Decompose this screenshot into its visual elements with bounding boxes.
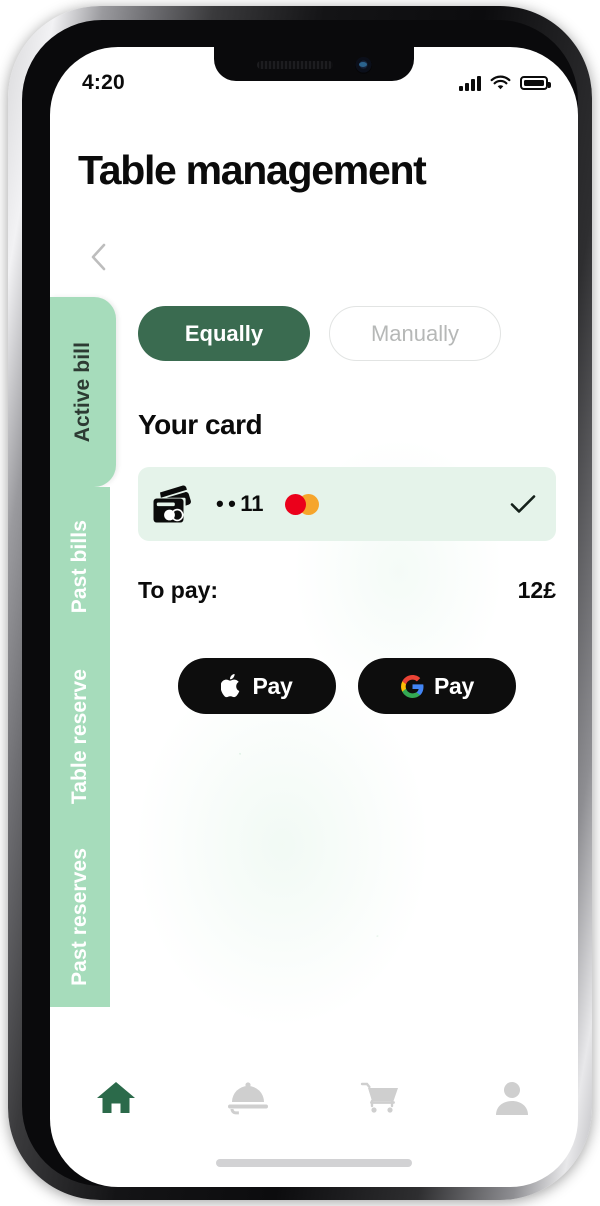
- phone-screen: 4:20 Table management Active bill Past b…: [50, 47, 578, 1187]
- nav-home[interactable]: [50, 1078, 182, 1118]
- cellular-signal-icon: [459, 75, 481, 91]
- status-icons: [459, 75, 551, 91]
- credit-card-swipe-icon: [153, 485, 191, 523]
- home-indicator: [216, 1159, 412, 1167]
- shopping-cart-icon: [360, 1082, 398, 1113]
- user-profile-icon: [496, 1082, 528, 1115]
- side-tab-rail: Active bill Past bills Table reserve Pas…: [50, 297, 116, 1007]
- nav-room-service[interactable]: [182, 1078, 314, 1118]
- to-pay-row: To pay: 12£: [138, 577, 556, 604]
- split-equally-button[interactable]: Equally: [138, 306, 310, 361]
- sidebar-tab-label: Past bills: [68, 520, 91, 614]
- sidebar-tab-past-bills[interactable]: Past bills: [50, 487, 110, 647]
- nav-cart[interactable]: [314, 1078, 446, 1118]
- battery-full-icon: [520, 76, 551, 90]
- card-last-digits: • • 11: [216, 491, 264, 516]
- apple-pay-label: Pay: [252, 672, 293, 699]
- sidebar-tab-label: Table reserve: [68, 669, 91, 805]
- room-service-icon: [228, 1082, 268, 1115]
- google-pay-label: Pay: [433, 672, 475, 699]
- sidebar-tab-active-bill[interactable]: Active bill: [50, 297, 116, 487]
- bottom-nav: [50, 1055, 578, 1141]
- google-pay-button[interactable]: Pay: [358, 658, 516, 714]
- wifi-icon: [490, 75, 511, 90]
- mastercard-logo: [285, 493, 320, 515]
- main-content: Equally Manually Your card • • 11 To pay…: [116, 297, 578, 714]
- apple-logo-icon: [221, 674, 240, 698]
- google-g-icon: [401, 674, 424, 698]
- phone-bezel: 4:20 Table management Active bill Past b…: [22, 20, 578, 1187]
- sidebar-tab-label: Active bill: [71, 341, 94, 443]
- notch: [214, 47, 414, 81]
- sidebar-tab-label: Past reserves: [68, 848, 91, 986]
- split-mode-toggle: Equally Manually: [116, 297, 578, 361]
- home-icon: [97, 1082, 135, 1113]
- nav-profile[interactable]: [446, 1078, 578, 1118]
- to-pay-amount: 12£: [517, 577, 556, 603]
- front-camera-icon: [354, 56, 372, 74]
- back-button[interactable]: [78, 237, 118, 277]
- to-pay-label: To pay:: [138, 577, 219, 603]
- phone-frame: 4:20 Table management Active bill Past b…: [8, 6, 592, 1200]
- sidebar-tab-table-reserve[interactable]: Table reserve: [50, 647, 110, 827]
- page-title: Table management: [78, 147, 427, 193]
- sidebar-tab-past-reserves[interactable]: Past reserves: [50, 827, 110, 1007]
- chevron-left-icon: [91, 243, 106, 271]
- your-card-heading: Your card: [138, 409, 263, 440]
- speaker-grille-icon: [256, 61, 333, 69]
- check-icon: [510, 495, 536, 513]
- status-time: 4:20: [82, 71, 125, 94]
- apple-pay-button[interactable]: Pay: [178, 658, 336, 714]
- pay-buttons-group: Pay Pay: [116, 658, 578, 714]
- split-manually-button[interactable]: Manually: [329, 306, 501, 361]
- saved-card-row[interactable]: • • 11: [138, 467, 556, 541]
